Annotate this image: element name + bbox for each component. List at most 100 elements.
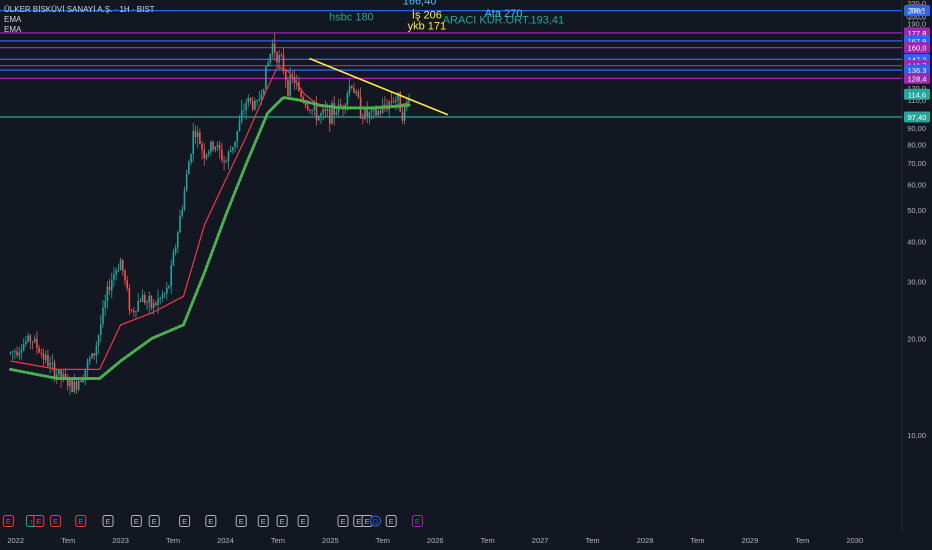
candle-body	[335, 112, 338, 115]
candle-body	[179, 215, 181, 233]
currency-button[interactable]: TRY	[906, 4, 926, 19]
candle-body	[300, 91, 302, 98]
event-marker-letter-3: E	[53, 517, 58, 526]
annotation-1[interactable]: hsbc 180	[329, 12, 374, 24]
candle-body	[287, 80, 289, 96]
candle-body	[16, 351, 18, 356]
event-marker-letter-9: E	[208, 517, 213, 526]
annotation-4[interactable]: ARACI KUR.ORT.193,41	[443, 15, 564, 27]
candle-body	[238, 121, 241, 131]
event-marker-letter-19: E	[415, 517, 420, 526]
level-label-7: 128,4	[908, 74, 927, 83]
y-tick-label-17: 50,00	[907, 206, 926, 215]
candle-body	[144, 295, 146, 303]
candle-body	[91, 353, 93, 359]
annotation-5[interactable]: ykb 171	[408, 21, 447, 33]
candle-body	[201, 143, 203, 150]
x-tick-label-2: 2023	[112, 536, 129, 545]
candle-body	[135, 311, 137, 313]
candle-body	[36, 338, 38, 348]
candle-body	[58, 369, 60, 375]
x-tick-label-4: 2024	[217, 536, 234, 545]
event-marker-letter-7: E	[152, 517, 157, 526]
candle-body	[86, 361, 89, 370]
candle-body	[190, 154, 192, 163]
x-tick-label-16: 2030	[846, 536, 863, 545]
event-marker-letter-17: D	[373, 517, 379, 526]
candle-body	[174, 247, 177, 253]
candle-body	[159, 297, 162, 299]
candle-body	[106, 286, 109, 302]
candle-body	[88, 358, 91, 362]
candle-body	[172, 252, 175, 266]
candle-body	[320, 113, 322, 116]
candle-body	[311, 109, 313, 111]
candle-body	[232, 146, 234, 151]
candle-body	[401, 111, 404, 121]
candle-body	[168, 285, 170, 288]
price-chart[interactable]: 220,0210,0200,0190,0180,0170,0160,0150,0…	[0, 0, 932, 550]
annotation-2[interactable]: İş 206	[412, 9, 442, 22]
candle-body	[163, 293, 166, 295]
candle-body	[27, 335, 29, 342]
candle-body	[166, 287, 168, 294]
level-label-8: 97,40	[908, 113, 927, 122]
candle-body	[205, 154, 208, 159]
candle-body	[212, 141, 214, 150]
candle-body	[33, 338, 36, 342]
annotation-0[interactable]: 166,40	[403, 0, 437, 7]
candle-body	[278, 55, 280, 63]
candle-body	[177, 232, 179, 248]
event-marker-letter-0: E	[6, 517, 11, 526]
x-tick-label-6: 2025	[322, 536, 339, 545]
candle-body	[44, 354, 47, 360]
candle-body	[38, 347, 40, 353]
event-marker-letter-13: E	[301, 517, 306, 526]
level-label-3: 160,0	[908, 44, 927, 53]
candle-body	[11, 351, 14, 353]
last-price-label: 114,6	[908, 90, 926, 99]
y-tick-label-16: 60,00	[907, 181, 926, 190]
candle-body	[9, 352, 12, 353]
candle-body	[251, 100, 254, 110]
candle-body	[240, 110, 243, 122]
candle-body	[121, 259, 124, 271]
candle-body	[146, 302, 148, 303]
candle-body	[152, 303, 155, 308]
candle-body	[350, 86, 353, 89]
candle-body	[392, 101, 395, 103]
candle-body	[214, 146, 217, 150]
event-marker-letter-2: E	[36, 517, 41, 526]
candle-body	[273, 43, 276, 53]
ema-indicator-2[interactable]: EMA	[4, 25, 155, 35]
candle-body	[207, 152, 210, 155]
candle-body	[269, 54, 272, 63]
ema-indicator-1[interactable]: EMA	[4, 15, 155, 25]
candle-body	[25, 341, 27, 345]
candle-body	[249, 97, 252, 101]
x-tick-label-9: Tem	[481, 536, 495, 545]
x-tick-label-8: 2026	[427, 536, 444, 545]
candle-body	[194, 130, 197, 137]
candle-body	[379, 110, 382, 113]
candle-body	[128, 288, 131, 311]
candle-body	[117, 270, 120, 272]
candle-body	[362, 118, 364, 119]
candle-body	[322, 109, 324, 114]
x-tick-label-7: Tem	[376, 536, 390, 545]
symbol-title: ÜLKER BİSKÜVİ SANAYİ A.Ş. · 1H · BIST	[4, 5, 155, 14]
candle-body	[95, 345, 98, 356]
candle-body	[243, 110, 245, 112]
y-tick-label-15: 70,00	[907, 159, 926, 168]
candle-body	[102, 307, 104, 325]
candle-body	[115, 270, 117, 275]
candle-body	[258, 99, 261, 101]
candle-body	[69, 379, 71, 387]
candle-body	[284, 71, 287, 81]
event-marker-letter-11: E	[261, 517, 266, 526]
candle-body	[148, 295, 151, 303]
candle-body	[315, 104, 318, 121]
candle-body	[276, 52, 278, 63]
event-marker-letter-12: E	[280, 517, 285, 526]
x-tick-label-0: 2022	[7, 536, 24, 545]
